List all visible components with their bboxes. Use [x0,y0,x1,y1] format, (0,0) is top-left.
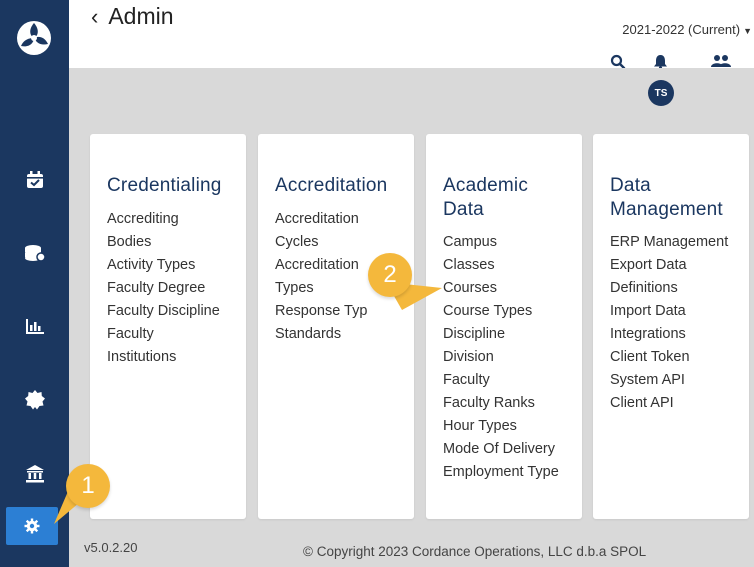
link-accreditation-types[interactable]: Accreditation [275,254,367,277]
card-link-list: Campus Classes Courses Course Types Disc… [443,231,559,484]
link-employment-type[interactable]: Employment Type [443,461,559,484]
app-logo-icon[interactable] [14,18,54,58]
card-credentialing: Credentialing Accrediting Bodies Activit… [90,134,246,519]
back-button[interactable]: ‹ Admin [91,3,174,30]
sidebar-item-badges[interactable] [0,380,69,420]
gear-icon [24,518,40,534]
link-erp-management[interactable]: ERP Management [610,231,728,254]
top-header: ‹ Admin 2021-2022 (Current) ▼ [69,0,754,70]
link-accreditation-cycles-2[interactable]: Cycles [275,231,367,254]
card-data-management: Data Management ERP Management Export Da… [593,134,749,519]
link-bodies[interactable]: Bodies [107,231,220,254]
link-standards[interactable]: Standards [275,323,367,346]
link-response-types[interactable]: Response Typ [275,300,367,323]
version-label: v5.0.2.20 [84,540,138,555]
link-definitions[interactable]: Definitions [610,277,728,300]
calendar-check-icon [25,170,45,190]
footer: v5.0.2.20 © Copyright 2023 Cordance Oper… [69,530,754,567]
callout-number: 2 [383,261,397,288]
link-campus[interactable]: Campus [443,231,559,254]
card-title: Accreditation [275,175,388,196]
callout-step-2: 2 [368,253,412,297]
link-system-api[interactable]: System API [610,369,728,392]
badge-icon [24,389,46,411]
bar-chart-icon [25,317,45,335]
callout-step-1: 1 [66,464,110,508]
card-accreditation: Accreditation Accreditation Cycles Accre… [258,134,414,519]
link-mode-of-delivery[interactable]: Mode Of Delivery [443,438,559,461]
sidebar-item-reports[interactable] [0,306,69,346]
year-selector[interactable]: 2021-2022 (Current) ▼ [622,22,752,37]
link-faculty-discipline[interactable]: Faculty Discipline [107,300,220,323]
link-classes[interactable]: Classes [443,254,559,277]
card-link-list: ERP Management Export Data Definitions I… [610,231,728,415]
chevron-left-icon: ‹ [91,3,99,29]
link-institutions[interactable]: Institutions [107,346,220,369]
card-link-list: Accrediting Bodies Activity Types Facult… [107,208,220,369]
sidebar-item-data[interactable] [0,234,69,274]
link-activity-types[interactable]: Activity Types [107,254,220,277]
callout-number: 1 [81,472,95,499]
sidebar-item-calendar[interactable] [0,160,69,200]
link-hour-types[interactable]: Hour Types [443,415,559,438]
link-course-types[interactable]: Course Types [443,300,559,323]
link-accreditation-types-2[interactable]: Types [275,277,367,300]
card-academic-data: Academic Data Campus Classes Courses Cou… [426,134,582,519]
card-title: Academic Data [443,174,528,222]
link-division[interactable]: Division [443,346,559,369]
link-courses[interactable]: Courses [443,277,559,300]
card-title-line: Data [443,199,484,220]
link-accreditation-cycles[interactable]: Accreditation [275,208,367,231]
avatar[interactable]: TS [648,80,674,106]
link-faculty[interactable]: Faculty [443,369,559,392]
admin-content: Credentialing Accrediting Bodies Activit… [69,124,754,530]
caret-down-icon: ▼ [743,26,752,36]
database-icon [24,244,46,264]
avatar-initials: TS [654,87,668,99]
page-title: Admin [108,3,174,29]
card-link-list: Accreditation Cycles Accreditation Types… [275,208,367,346]
link-faculty-degree[interactable]: Faculty Degree [107,277,220,300]
link-faculty[interactable]: Faculty [107,323,220,346]
link-faculty-ranks[interactable]: Faculty Ranks [443,392,559,415]
card-title: Credentialing [107,175,222,196]
link-import-data[interactable]: Import Data [610,300,728,323]
link-discipline[interactable]: Discipline [443,323,559,346]
institution-icon [25,464,45,484]
link-accrediting[interactable]: Accrediting [107,208,220,231]
link-client-api[interactable]: Client API [610,392,728,415]
card-title: Data Management [610,174,723,222]
link-export-data[interactable]: Export Data [610,254,728,277]
card-title-line: Management [610,199,723,220]
link-client-token[interactable]: Client Token [610,346,728,369]
link-integrations[interactable]: Integrations [610,323,728,346]
copyright-text: © Copyright 2023 Cordance Operations, LL… [303,544,647,559]
card-title-line: Data [610,175,651,196]
year-selector-label: 2021-2022 (Current) [622,22,741,37]
card-title-line: Academic [443,175,529,196]
